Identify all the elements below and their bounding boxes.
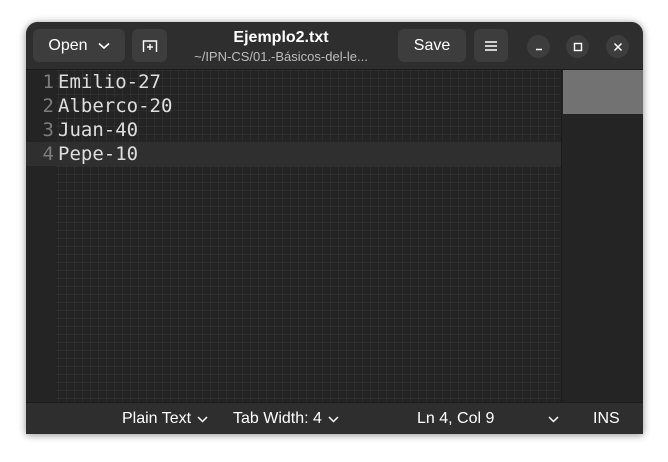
cursor-position-label: Ln 4, Col 9 [417, 410, 495, 427]
window-subtitle: ~/IPN-CS/01.-Básicos-del-le... [194, 49, 368, 64]
tab-width-selector[interactable]: Tab Width: 4 [233, 403, 339, 434]
close-button[interactable] [606, 35, 629, 58]
maximize-button[interactable] [566, 35, 589, 58]
open-button[interactable]: Open [33, 29, 125, 62]
line-number: 1 [42, 71, 54, 93]
position-dropdown[interactable] [542, 403, 559, 434]
minimap[interactable] [561, 70, 643, 402]
minimize-button[interactable] [527, 35, 550, 58]
cursor-position[interactable]: Ln 4, Col 9 [417, 403, 494, 434]
header-bar: Open Ejemplo2.txt ~/IPN-CS/01.-Básicos-d… [26, 22, 643, 70]
line-number: 2 [42, 95, 54, 117]
new-tab-button[interactable] [132, 29, 167, 62]
maximize-icon [573, 42, 582, 51]
line-text[interactable]: Emilio-27 [58, 70, 161, 94]
editor-line[interactable]: 2 Alberco-20 [26, 94, 561, 118]
editor-window: Open Ejemplo2.txt ~/IPN-CS/01.-Básicos-d… [26, 22, 643, 434]
language-selector[interactable]: Plain Text [122, 403, 208, 434]
minimap-slider[interactable] [563, 70, 643, 114]
editor-line[interactable]: 3 Juan-40 [26, 118, 561, 142]
minimize-icon [535, 48, 542, 50]
tab-new-icon [142, 39, 157, 52]
language-label: Plain Text [122, 410, 192, 427]
line-number: 3 [42, 119, 54, 141]
insert-mode-label: INS [593, 410, 620, 427]
close-icon [613, 42, 622, 51]
status-bar: Plain Text Tab Width: 4 Ln 4, Col 9 INS [26, 402, 643, 434]
text-editor-area[interactable]: 1 Emilio-27 2 Alberco-20 3 Juan-40 4 Pep… [26, 70, 561, 402]
hamburger-menu-icon [485, 40, 497, 51]
chevron-down-icon [197, 415, 208, 423]
editor-line[interactable]: 1 Emilio-27 [26, 70, 561, 94]
line-number: 4 [42, 143, 54, 165]
line-text[interactable]: Alberco-20 [58, 94, 172, 118]
open-button-label: Open [48, 36, 88, 54]
editor-line-current[interactable]: 4 Pepe-10 [26, 142, 561, 166]
insert-mode-indicator[interactable]: INS [593, 403, 620, 434]
chevron-down-icon [328, 415, 339, 423]
window-title: Ejemplo2.txt [233, 29, 329, 46]
tab-width-label: Tab Width: 4 [233, 410, 322, 427]
line-text[interactable]: Juan-40 [58, 118, 138, 142]
chevron-down-icon [98, 42, 110, 49]
chevron-down-icon [548, 415, 559, 423]
line-text[interactable]: Pepe-10 [58, 142, 138, 166]
main-menu-button[interactable] [474, 29, 508, 62]
save-button[interactable]: Save [398, 29, 466, 62]
